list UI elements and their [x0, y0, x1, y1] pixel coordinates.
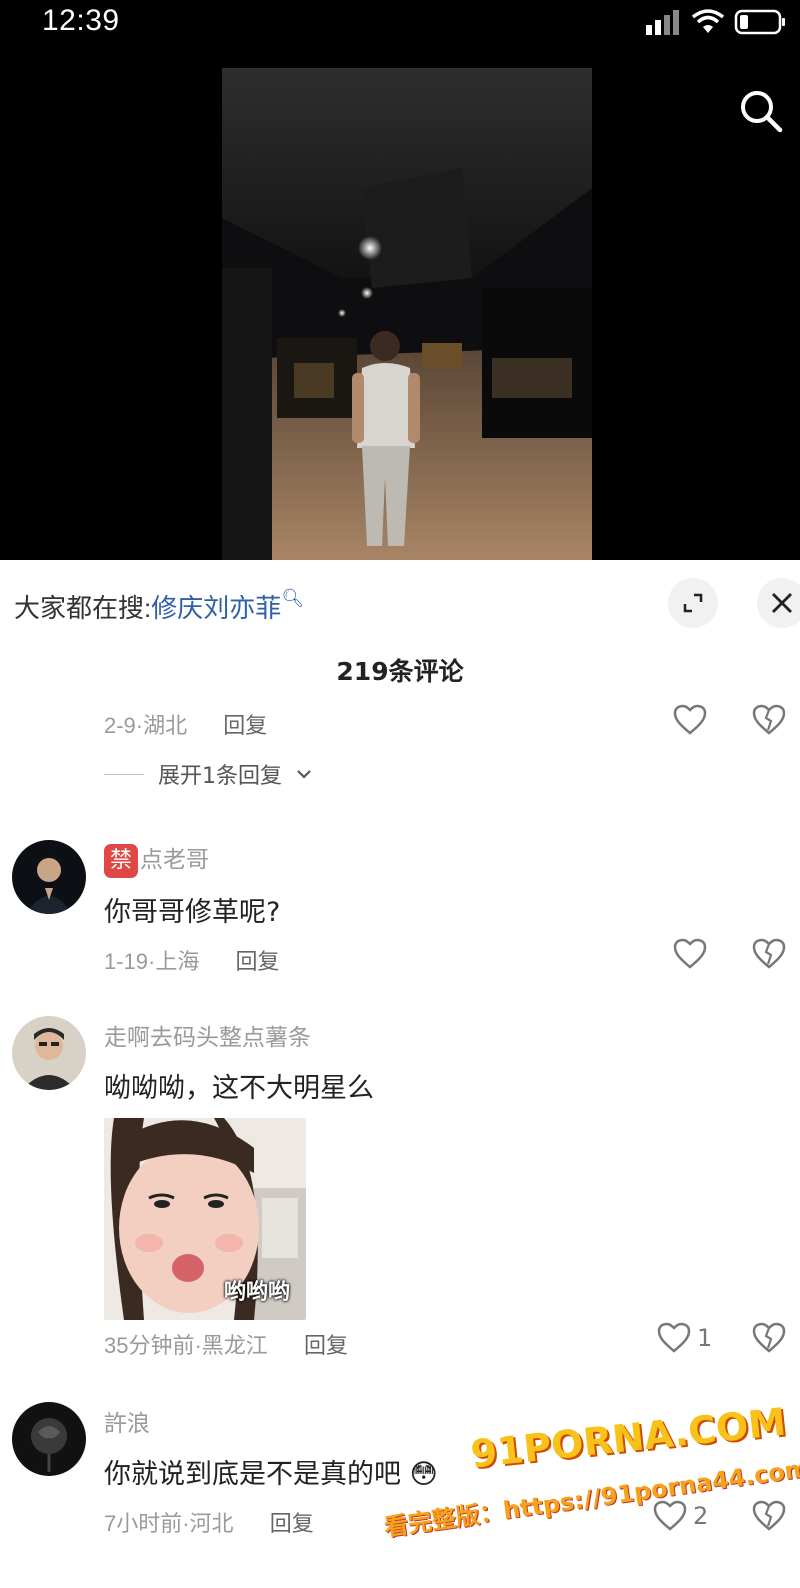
- dislike-button[interactable]: [752, 1500, 786, 1532]
- like-button[interactable]: [673, 938, 713, 970]
- like-button[interactable]: 1: [657, 1322, 712, 1354]
- chevron-down-icon: [297, 770, 311, 779]
- avatar[interactable]: [12, 1016, 86, 1090]
- partial-dislike-button[interactable]: [752, 704, 786, 736]
- comment-meta: 7小时前·河北 回复: [104, 1506, 314, 1538]
- broken-heart-icon: [752, 1322, 786, 1353]
- heart-icon: [657, 1322, 691, 1353]
- comment-item: 許浪 你就说到底是不是真的吧 😳 7小时前·河北 回复 2: [0, 1400, 800, 1550]
- broken-heart-icon: [752, 1500, 786, 1531]
- partial-reply-button[interactable]: 回复: [223, 713, 267, 738]
- expand-replies-label: 展开1条回复: [158, 764, 282, 789]
- avatar[interactable]: [12, 1402, 86, 1476]
- comment-text: 你哥哥修革呢?: [104, 897, 281, 928]
- comment-username[interactable]: 禁点老哥: [104, 840, 209, 878]
- expand-replies-button[interactable]: 展开1条回复: [104, 758, 312, 790]
- comment-meta: 1-19·上海 回复: [104, 944, 280, 976]
- like-count: 2: [693, 1502, 709, 1530]
- partial-comment-meta: 2-9·湖北 回复: [104, 708, 267, 740]
- comment-username[interactable]: 走啊去码头整点薯条: [104, 1018, 311, 1052]
- search-icon[interactable]: [738, 88, 784, 134]
- signal-icon: [646, 10, 679, 35]
- video-frame[interactable]: [222, 68, 592, 560]
- like-count: 1: [697, 1324, 713, 1352]
- reply-button[interactable]: 回复: [235, 949, 279, 974]
- sticker-image[interactable]: 哟哟哟: [104, 1118, 306, 1320]
- wifi-icon: [692, 9, 724, 33]
- emoji-icon: 😳: [401, 1459, 438, 1490]
- comment-username[interactable]: 許浪: [104, 1404, 150, 1438]
- sticker-caption: 哟哟哟: [223, 1280, 290, 1305]
- trending-term[interactable]: 修庆刘亦菲: [151, 593, 281, 623]
- close-icon: [772, 593, 792, 613]
- partial-like-button[interactable]: [673, 704, 707, 736]
- heart-icon: [673, 704, 707, 735]
- comment-date-location: 1-19·上海: [104, 949, 200, 974]
- video-area[interactable]: 12:39: [0, 0, 800, 560]
- comment-item: 走啊去码头整点薯条 呦呦呦，这不大明星么 哟哟哟 35分钟前·黑龙江 回复 1: [0, 1014, 800, 1364]
- dislike-button[interactable]: [752, 938, 786, 970]
- dislike-button[interactable]: [752, 1322, 786, 1354]
- status-time: 12:39: [42, 4, 120, 37]
- comment-text: 你就说到底是不是真的吧 😳: [104, 1452, 438, 1491]
- comment-item: 禁点老哥 你哥哥修革呢? 1-19·上海 回复: [0, 838, 800, 988]
- fullscreen-button[interactable]: [668, 578, 718, 628]
- comments-count-title: 219条评论: [336, 657, 464, 686]
- comment-date-location: 7小时前·河北: [104, 1511, 234, 1536]
- broken-heart-icon: [752, 938, 786, 969]
- ban-badge: 禁: [104, 843, 138, 878]
- partial-date-location: 2-9·湖北: [104, 713, 188, 738]
- comment-text-content: 你就说到底是不是真的吧: [104, 1459, 401, 1490]
- expand-icon: [683, 593, 703, 613]
- status-icons: [644, 8, 786, 36]
- trending-search-bar[interactable]: 大家都在搜:修庆刘亦菲🔍︎: [14, 588, 304, 625]
- comments-panel: 大家都在搜:修庆刘亦菲🔍︎ 219条评论 2-9·湖北 回复 展开1条回复 禁 …: [0, 560, 800, 1588]
- search-small-icon: 🔍︎: [281, 588, 305, 608]
- username-text: 点老哥: [140, 847, 209, 873]
- broken-heart-icon: [752, 704, 786, 735]
- reply-button[interactable]: 回复: [304, 1333, 348, 1358]
- battery-icon: [734, 9, 785, 35]
- heart-icon: [673, 938, 707, 969]
- comment-date-location: 35分钟前·黑龙江: [104, 1333, 268, 1358]
- like-button[interactable]: 2: [653, 1500, 708, 1532]
- close-button[interactable]: [757, 578, 800, 628]
- comment-text: 呦呦呦，这不大明星么: [104, 1073, 374, 1104]
- comment-meta: 35分钟前·黑龙江 回复: [104, 1328, 348, 1360]
- expand-line: [104, 773, 144, 775]
- heart-icon: [653, 1500, 687, 1531]
- status-bar: 12:39: [0, 0, 800, 48]
- avatar[interactable]: [12, 840, 86, 914]
- reply-button[interactable]: 回复: [270, 1511, 314, 1536]
- trending-prefix: 大家都在搜:: [14, 593, 152, 623]
